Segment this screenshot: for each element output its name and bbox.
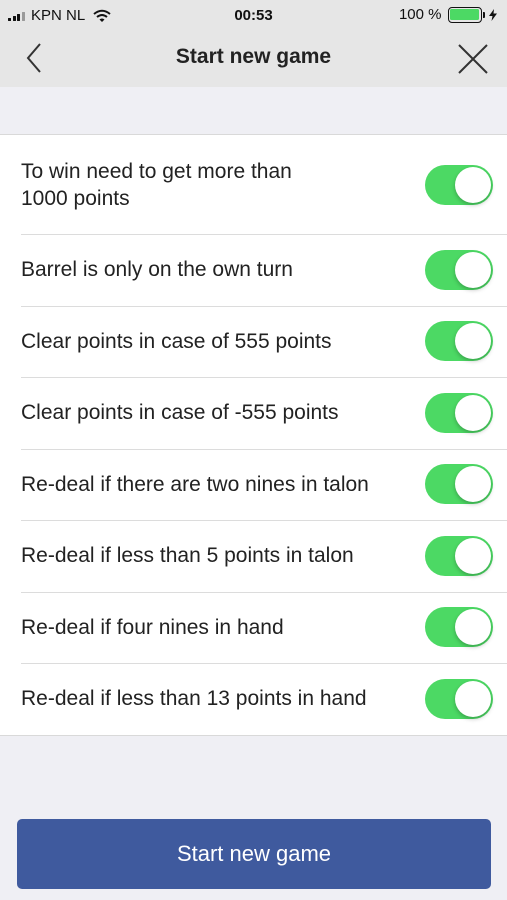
clear-minus-555-toggle[interactable] xyxy=(425,392,493,433)
page-title: Start new game xyxy=(175,45,332,68)
toggle-knob xyxy=(455,166,491,203)
setting-row-win-threshold: To win need to get more than 1000 points xyxy=(0,135,507,234)
setting-label: Re-deal if there are two nines in talon xyxy=(21,472,369,496)
close-button[interactable] xyxy=(455,41,491,77)
toggle-knob xyxy=(455,466,491,503)
setting-label: Re-deal if less than 13 points in hand xyxy=(21,687,367,711)
toggle-knob xyxy=(455,251,491,288)
battery-percentage: 100 % xyxy=(398,6,442,23)
setting-row-clear-555: Clear points in case of 555 points xyxy=(0,305,507,378)
setting-row-two-nines-talon: Re-deal if there are two nines in talon xyxy=(0,448,507,521)
setting-label: Clear points in case of -555 points xyxy=(21,401,339,425)
setting-row-four-nines-hand: Re-deal if four nines in hand xyxy=(0,591,507,664)
setting-row-less-13-hand: Re-deal if less than 13 points in hand xyxy=(0,663,507,735)
setting-label: Clear points in case of 555 points xyxy=(21,329,332,353)
clear-555-toggle[interactable] xyxy=(425,321,493,362)
toggle-knob xyxy=(455,394,491,431)
toggle-knob xyxy=(455,323,491,360)
start-new-game-button[interactable]: Start new game xyxy=(17,819,491,889)
status-bar: KPN NL 00:53 100 % xyxy=(0,0,507,30)
barrel-own-turn-toggle[interactable] xyxy=(425,249,493,290)
setting-row-less-5-talon: Re-deal if less than 5 points in talon xyxy=(0,520,507,592)
charging-bolt-icon xyxy=(489,8,497,21)
close-icon xyxy=(458,44,488,74)
setting-label: Re-deal if less than 5 points in talon xyxy=(21,544,354,568)
less-5-talon-toggle[interactable] xyxy=(425,535,493,576)
status-right: 100 % xyxy=(399,6,497,23)
setting-row-clear-minus-555: Clear points in case of -555 points xyxy=(0,377,507,449)
setting-row-barrel-own-turn: Barrel is only on the own turn xyxy=(0,234,507,306)
toggle-knob xyxy=(455,609,491,646)
battery-level xyxy=(450,9,479,20)
setting-label: To win need to get more than 1000 points xyxy=(21,159,292,210)
battery-tip xyxy=(482,11,485,18)
win-threshold-toggle[interactable] xyxy=(425,164,493,205)
setting-label: Re-deal if four nines in hand xyxy=(21,615,284,639)
battery-icon xyxy=(447,6,482,23)
navigation-bar: Start new game xyxy=(0,30,507,87)
toggle-knob xyxy=(455,537,491,574)
four-nines-hand-toggle[interactable] xyxy=(425,607,493,648)
settings-list: To win need to get more than 1000 points… xyxy=(0,134,507,736)
setting-label: Barrel is only on the own turn xyxy=(21,258,293,282)
toggle-knob xyxy=(455,680,491,717)
less-13-hand-toggle[interactable] xyxy=(425,678,493,719)
two-nines-talon-toggle[interactable] xyxy=(425,464,493,505)
